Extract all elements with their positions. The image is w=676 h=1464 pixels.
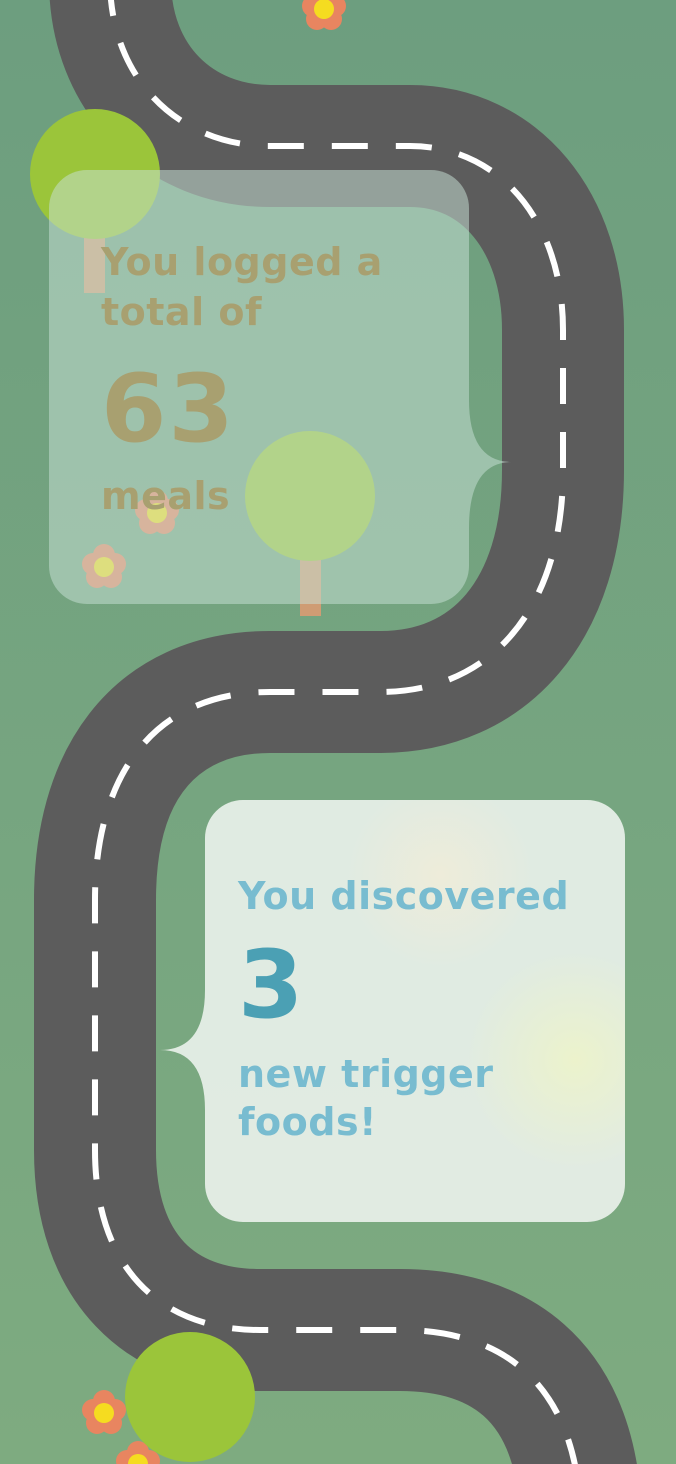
trigger-intro-line: You discovered (238, 874, 570, 918)
flower-icon (302, 0, 346, 30)
meals-stat-card: You logged a total of 63 meals (49, 170, 469, 604)
trigger-outro-line2: foods! (238, 1100, 377, 1144)
meals-unit: meals (101, 474, 231, 518)
meals-intro-line1: You logged a (101, 240, 383, 284)
trigger-foods-card: You discovered 3 new trigger foods! (205, 800, 625, 1222)
trigger-count: 3 (238, 931, 306, 1040)
trigger-outro-line1: new trigger (238, 1052, 494, 1096)
meals-intro-line2: total of (101, 290, 262, 334)
tree-icon (125, 1332, 255, 1462)
meals-count: 63 (101, 355, 236, 464)
